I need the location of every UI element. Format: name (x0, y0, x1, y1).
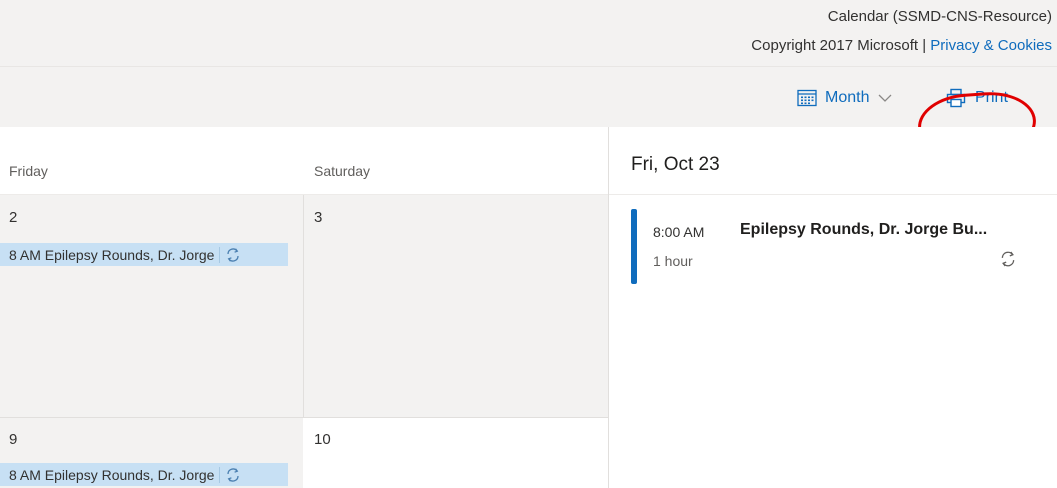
event-label: 8 AM Epilepsy Rounds, Dr. Jorge (9, 246, 215, 263)
recurring-icon (1001, 251, 1015, 267)
month-grid-body: 2 8 AM Epilepsy Rounds, Dr. Jorge 3 9 8 … (0, 195, 608, 488)
view-label: Month (825, 89, 870, 106)
day-header-saturday: Saturday (314, 163, 371, 179)
print-label: Print (975, 89, 1008, 106)
calendar-name: Calendar (SSMD-CNS-Resource) (827, 8, 1052, 25)
date-number: 10 (314, 431, 331, 448)
printer-icon (946, 88, 966, 108)
separator (219, 466, 221, 483)
event-label: 8 AM Epilepsy Rounds, Dr. Jorge (9, 466, 215, 483)
calendar-event-chip[interactable]: 8 AM Epilepsy Rounds, Dr. Jorge (0, 243, 288, 266)
event-time: 8:00 AM (653, 224, 705, 240)
date-number: 2 (9, 209, 18, 226)
view-switcher-button[interactable]: Month (797, 87, 900, 109)
date-number: 3 (314, 209, 323, 226)
calendar-grid-icon (797, 89, 817, 107)
header-bar: Calendar (SSMD-CNS-Resource) Copyright 2… (0, 0, 1057, 66)
day-cell[interactable]: 3 (303, 195, 608, 417)
copyright-text: Copyright 2017 Microsoft | (751, 37, 931, 54)
separator (219, 246, 221, 263)
event-duration: 1 hour (653, 253, 693, 269)
event-color-bar (631, 209, 637, 284)
month-grid: Friday Saturday 2 8 AM Epilepsy Rounds, … (0, 127, 608, 488)
agenda-date-title: Fri, Oct 23 (631, 154, 720, 175)
calendar-event-chip[interactable]: 8 AM Epilepsy Rounds, Dr. Jorge (0, 463, 288, 486)
recurring-icon (227, 467, 240, 482)
event-title: Epilepsy Rounds, Dr. Jorge Bu... (740, 221, 988, 238)
date-number: 9 (9, 431, 18, 448)
day-cell[interactable]: 10 (303, 418, 608, 488)
day-header-friday: Friday (9, 163, 48, 179)
day-cell[interactable]: 9 8 AM Epilepsy Rounds, Dr. Jorge (0, 418, 304, 488)
agenda-header: Fri, Oct 23 (609, 127, 1057, 195)
day-agenda-pane: Fri, Oct 23 8:00 AM 1 hour Epilepsy Roun… (608, 127, 1057, 488)
day-header-row: Friday Saturday (0, 127, 608, 195)
privacy-cookies-link[interactable]: Privacy & Cookies (930, 37, 1052, 54)
print-button[interactable]: Print (946, 87, 1008, 109)
chevron-down-icon (879, 94, 892, 102)
agenda-event-item[interactable]: 8:00 AM 1 hour Epilepsy Rounds, Dr. Jorg… (631, 209, 1041, 284)
toolbar: Month Print (0, 66, 1057, 127)
copyright-line: Copyright 2017 Microsoft | Privacy & Coo… (751, 37, 1052, 54)
recurring-icon (227, 247, 240, 262)
day-cell[interactable]: 2 8 AM Epilepsy Rounds, Dr. Jorge (0, 195, 304, 417)
